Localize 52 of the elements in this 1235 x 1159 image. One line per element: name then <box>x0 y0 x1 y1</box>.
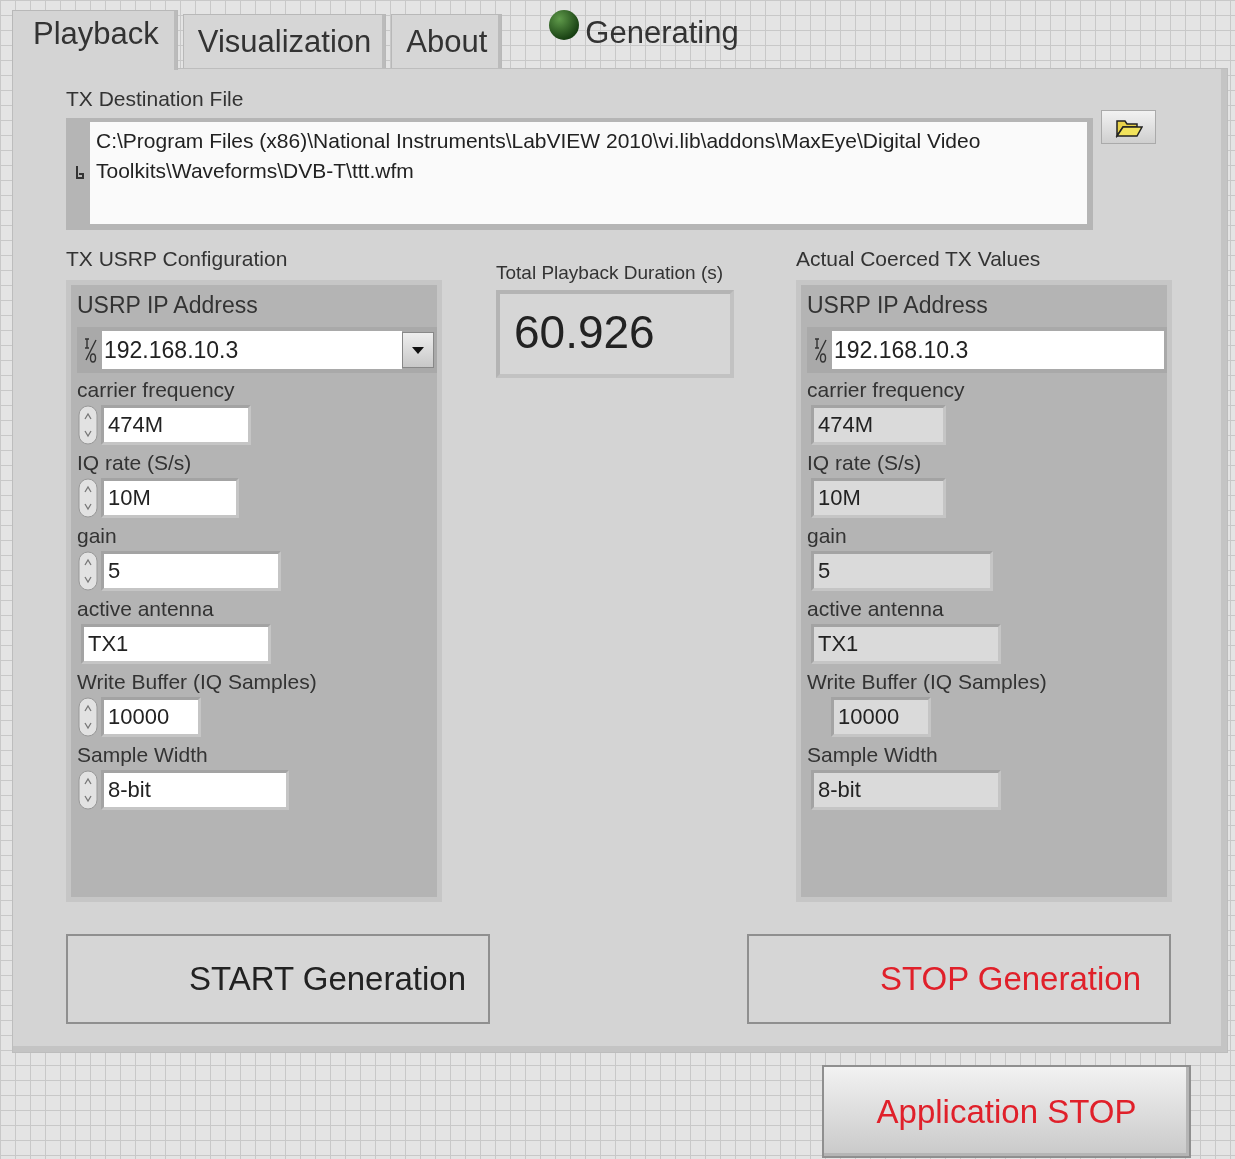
dropdown-button[interactable] <box>402 332 434 368</box>
input-field[interactable]: 474M <box>101 405 251 445</box>
field-label: carrier frequency <box>807 377 966 402</box>
spinner-button[interactable] <box>77 551 99 591</box>
caret-icon <box>412 346 424 355</box>
led-label: Generating <box>585 14 739 52</box>
field-label: gain <box>807 523 848 548</box>
field-label: Sample Width <box>77 742 209 767</box>
spinner-button[interactable] <box>77 770 99 810</box>
section-label: Actual Coerced TX Values <box>796 246 1042 272</box>
field-label: Write Buffer (IQ Samples) <box>807 669 1048 694</box>
spinner-button[interactable] <box>77 478 99 518</box>
input-field[interactable]: 8-bit <box>101 770 289 810</box>
field-label: IQ rate (S/s) <box>807 450 923 475</box>
value-display: 474M <box>811 405 946 445</box>
io-icon <box>84 336 98 364</box>
value-display: 10M <box>811 478 946 518</box>
stop-button[interactable]: Application STOP <box>822 1065 1191 1158</box>
field-label: active antenna <box>807 596 945 621</box>
folder-icon <box>1114 117 1143 138</box>
field-label: Write Buffer (IQ Samples) <box>77 669 318 694</box>
input-field[interactable]: 10000 <box>101 697 201 737</box>
value-display: 10000 <box>831 697 931 737</box>
field-label: Sample Width <box>807 742 939 767</box>
input-field[interactable]: 5 <box>101 551 281 591</box>
value-display: TX1 <box>811 624 1001 664</box>
field-label: TX Destination File <box>66 86 245 112</box>
field-label: USRP IP Address <box>77 291 259 320</box>
field-label: active antenna <box>77 596 215 621</box>
field-label: USRP IP Address <box>807 291 989 320</box>
start-button[interactable]: START Generation <box>66 934 490 1024</box>
value-display: 8-bit <box>811 770 1001 810</box>
field-label: gain <box>77 523 118 548</box>
section-label: TX USRP Configuration <box>66 246 289 272</box>
path-icon <box>75 165 85 181</box>
field-label: Total Playback Duration (s) <box>496 261 725 285</box>
browse-button[interactable] <box>1101 110 1156 144</box>
path-field[interactable]: C:\Program Files (x86)\National Instruments\LabVIEW 2010\vi.lib\addons\MaxEye\Digital Video Toolkits\Waveforms\DVB-T\ttt.wfm <box>66 118 1093 230</box>
input-field[interactable]: 10M <box>101 478 239 518</box>
field-label: carrier frequency <box>77 377 236 402</box>
tab[interactable]: About <box>391 14 503 68</box>
tab[interactable]: Playback <box>12 10 178 70</box>
ip-address-field[interactable]: 192.168.10.3 <box>77 327 437 373</box>
value-display: 5 <box>811 551 993 591</box>
spinner-button[interactable] <box>77 697 99 737</box>
duration-display: 60.926 <box>496 290 734 378</box>
io-icon <box>814 336 828 364</box>
spinner-button[interactable] <box>77 405 99 445</box>
tab[interactable]: Visualization <box>182 14 387 68</box>
field-label: IQ rate (S/s) <box>77 450 193 475</box>
input-field[interactable]: TX1 <box>81 624 271 664</box>
ip-address-field: 192.168.10.3 <box>807 327 1167 373</box>
